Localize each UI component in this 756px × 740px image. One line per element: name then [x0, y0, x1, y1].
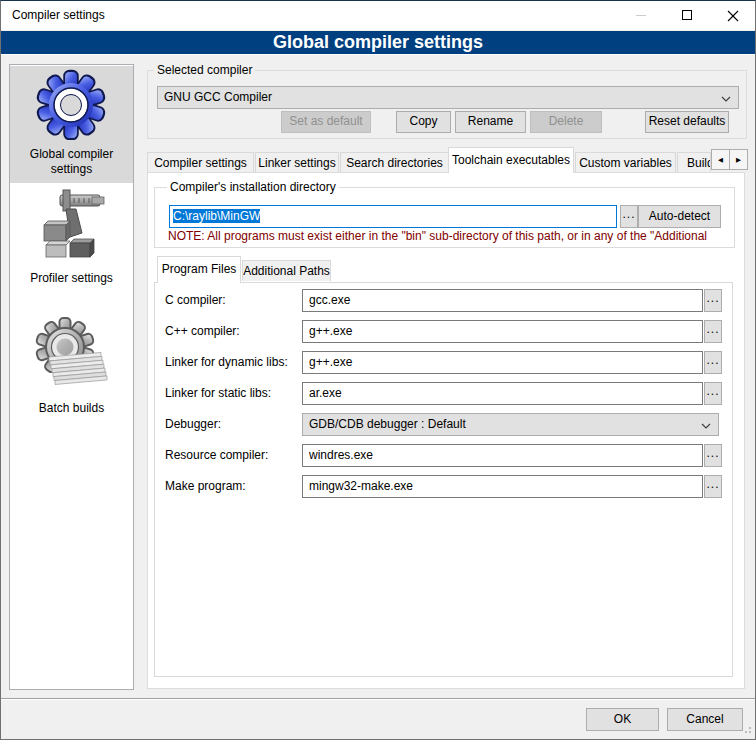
- compiler-settings-dialog: Compiler settings Global compiler settin…: [0, 0, 756, 740]
- window-border: [0, 0, 756, 740]
